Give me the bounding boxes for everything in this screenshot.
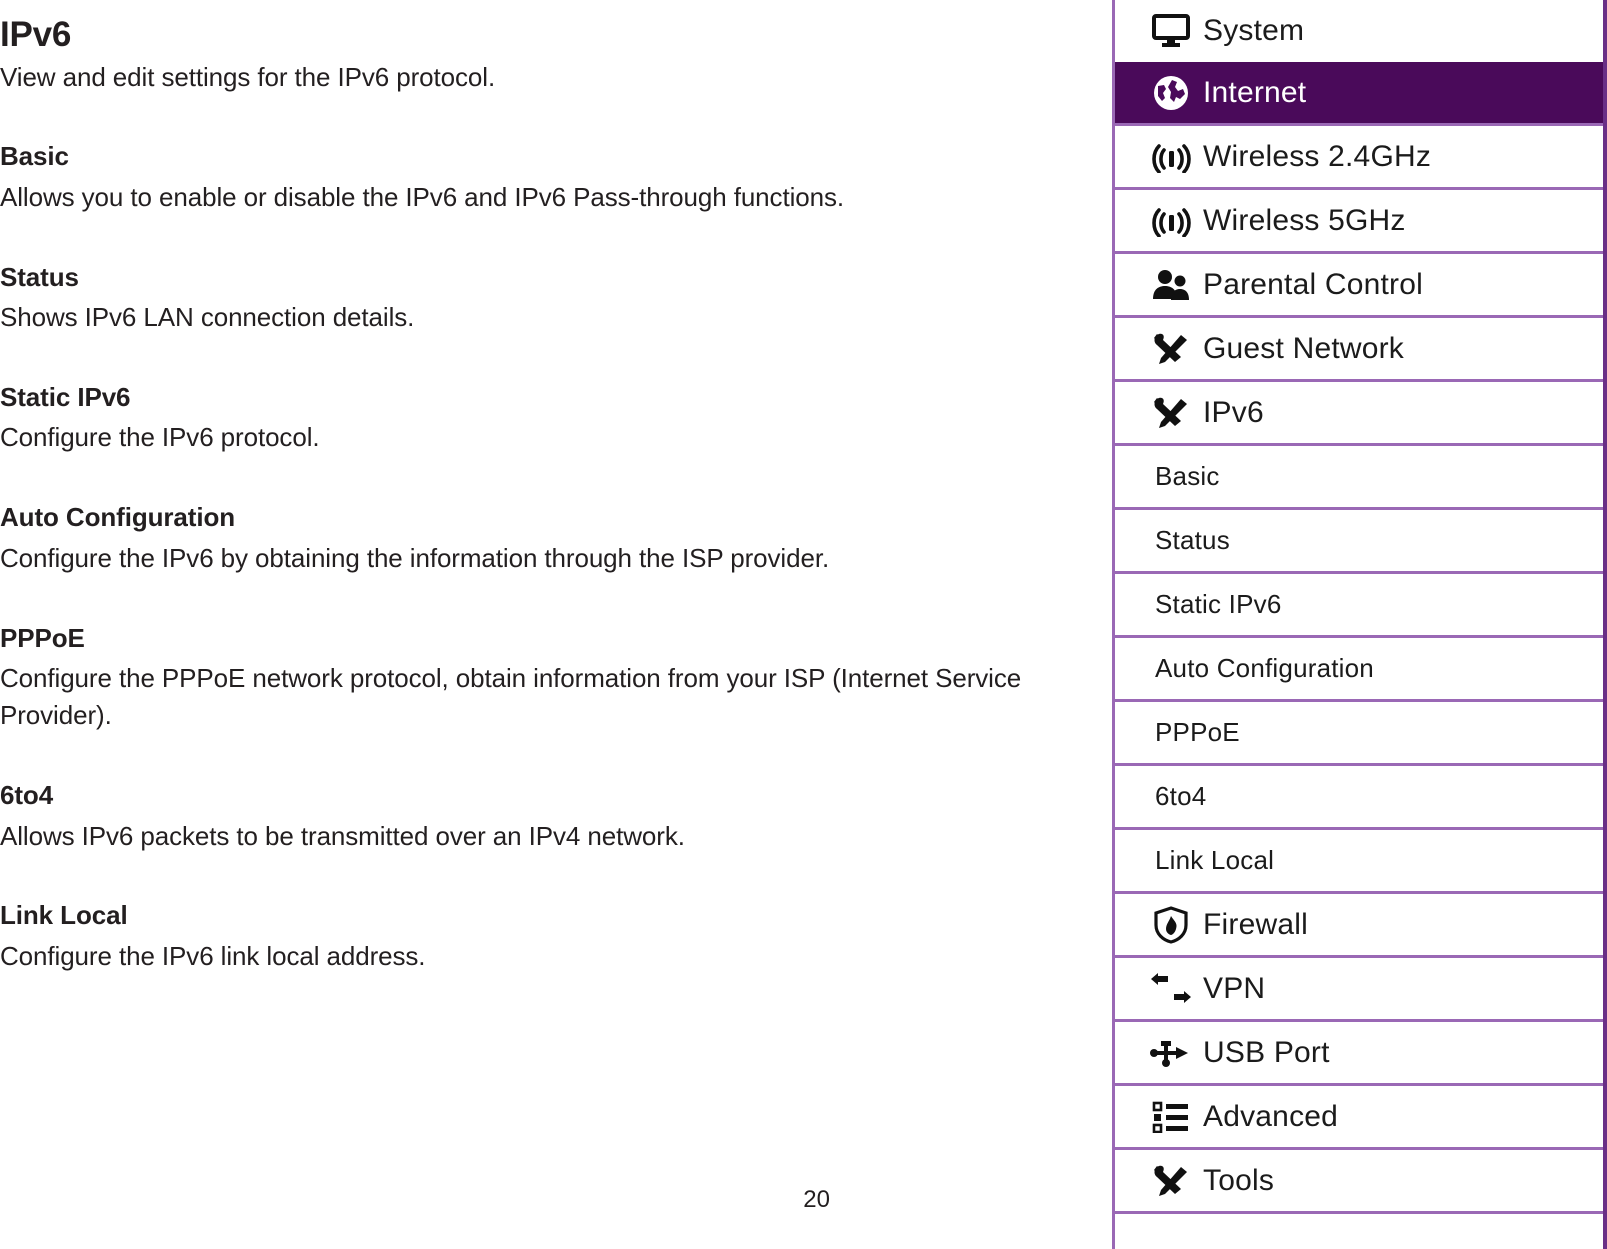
section-heading: Status [0,261,79,292]
nav-item-label: Parental Control [1203,267,1423,301]
tools-icon [1139,327,1203,371]
nav-item-label: Auto Configuration [1155,653,1374,683]
nav-item-label: Internet [1203,75,1307,109]
globe-icon [1139,71,1203,115]
nav-item-label: IPv6 [1203,395,1264,429]
nav-item-label: PPPoE [1155,717,1240,747]
document-content: IPv6 View and edit settings for the IPv6… [0,0,1060,1249]
section-body: Allows IPv6 packets to be transmitted ov… [0,820,685,851]
nav-item-label: VPN [1203,971,1266,1005]
nav-subitem-basic[interactable]: Basic [1115,446,1603,510]
nav-item-label: Tools [1203,1163,1275,1197]
section-heading: Link Local [0,900,128,931]
exchange-arrows-icon [1139,967,1203,1011]
section-heading: 6to4 [0,780,54,811]
section-heading: Auto Configuration [0,502,236,533]
tools-icon [1139,1159,1203,1203]
nav-item-label: Guest Network [1203,331,1404,365]
nav-item-label: USB Port [1203,1035,1330,1069]
shield-flame-icon [1139,903,1203,947]
manual-page: IPv6 View and edit settings for the IPv6… [0,0,1607,1249]
nav-item-internet[interactable]: Internet [1115,62,1603,126]
nav-item-system[interactable]: System [1115,0,1603,62]
section-body: Configure the PPPoE network protocol, ob… [0,663,1022,731]
nav-item-wireless-24ghz[interactable]: Wireless 2.4GHz [1115,126,1603,190]
nav-subitem-static-ipv6[interactable]: Static IPv6 [1115,574,1603,638]
nav-subitem-6to4[interactable]: 6to4 [1115,766,1603,830]
tools-icon [1139,391,1203,435]
nav-item-label: Wireless 5GHz [1203,203,1406,237]
list-icon [1139,1095,1203,1139]
wireless-signal-icon [1139,135,1203,179]
section-heading: Static IPv6 [0,381,131,412]
page-title: IPv6 [0,15,72,54]
section-auto-configuration: Auto Configuration Configure the IPv6 by… [0,501,1060,576]
nav-item-vpn[interactable]: VPN [1115,958,1603,1022]
section-body: Configure the IPv6 protocol. [0,422,320,453]
nav-subitem-pppoe[interactable]: PPPoE [1115,702,1603,766]
section-6to4: 6to4 Allows IPv6 packets to be transmitt… [0,779,1060,854]
nav-item-label: Link Local [1155,845,1275,875]
nav-item-parental-control[interactable]: Parental Control [1115,254,1603,318]
page-intro-text: View and edit settings for the IPv6 prot… [0,62,496,93]
people-icon [1139,263,1203,307]
section-heading: PPPoE [0,622,85,653]
nav-item-usb-port[interactable]: USB Port [1115,1022,1603,1086]
nav-item-label: Wireless 2.4GHz [1203,139,1432,173]
nav-item-wireless-5ghz[interactable]: Wireless 5GHz [1115,190,1603,254]
section-heading: Basic [0,141,69,172]
section-static-ipv6: Static IPv6 Configure the IPv6 protocol. [0,381,1060,456]
nav-item-label: Advanced [1203,1099,1339,1133]
nav-item-ipv6[interactable]: IPv6 [1115,382,1603,446]
section-basic: Basic Allows you to enable or disable th… [0,140,1060,215]
usb-icon [1139,1031,1203,1075]
section-link-local: Link Local Configure the IPv6 link local… [0,899,1060,974]
nav-item-advanced[interactable]: Advanced [1115,1086,1603,1150]
section-status: Status Shows IPv6 LAN connection details… [0,261,1060,336]
monitor-icon [1139,9,1203,53]
nav-item-guest-network[interactable]: Guest Network [1115,318,1603,382]
wireless-signal-icon [1139,199,1203,243]
nav-item-label: Firewall [1203,907,1308,941]
nav-item-label: Status [1155,525,1230,555]
nav-item-label: 6to4 [1155,781,1207,811]
nav-subitem-auto-configuration[interactable]: Auto Configuration [1115,638,1603,702]
page-number: 20 [803,1186,830,1213]
nav-subitem-status[interactable]: Status [1115,510,1603,574]
nav-item-tools[interactable]: Tools [1115,1150,1603,1214]
nav-item-label: System [1203,14,1305,47]
section-body: Shows IPv6 LAN connection details. [0,302,415,332]
section-body: Configure the IPv6 by obtaining the info… [0,542,830,573]
section-pppoe: PPPoE Configure the PPPoE network protoc… [0,622,1060,734]
section-body: Allows you to enable or disable the IPv6… [0,181,844,212]
nav-item-label: Basic [1155,461,1220,491]
nav-subitem-link-local[interactable]: Link Local [1115,830,1603,894]
nav-item-firewall[interactable]: Firewall [1115,894,1603,958]
section-body: Configure the IPv6 link local address. [0,940,426,971]
router-navigation-menu: System Internet Wireless 2.4GHz Wireless… [1112,0,1607,1249]
nav-item-label: Static IPv6 [1155,589,1282,619]
